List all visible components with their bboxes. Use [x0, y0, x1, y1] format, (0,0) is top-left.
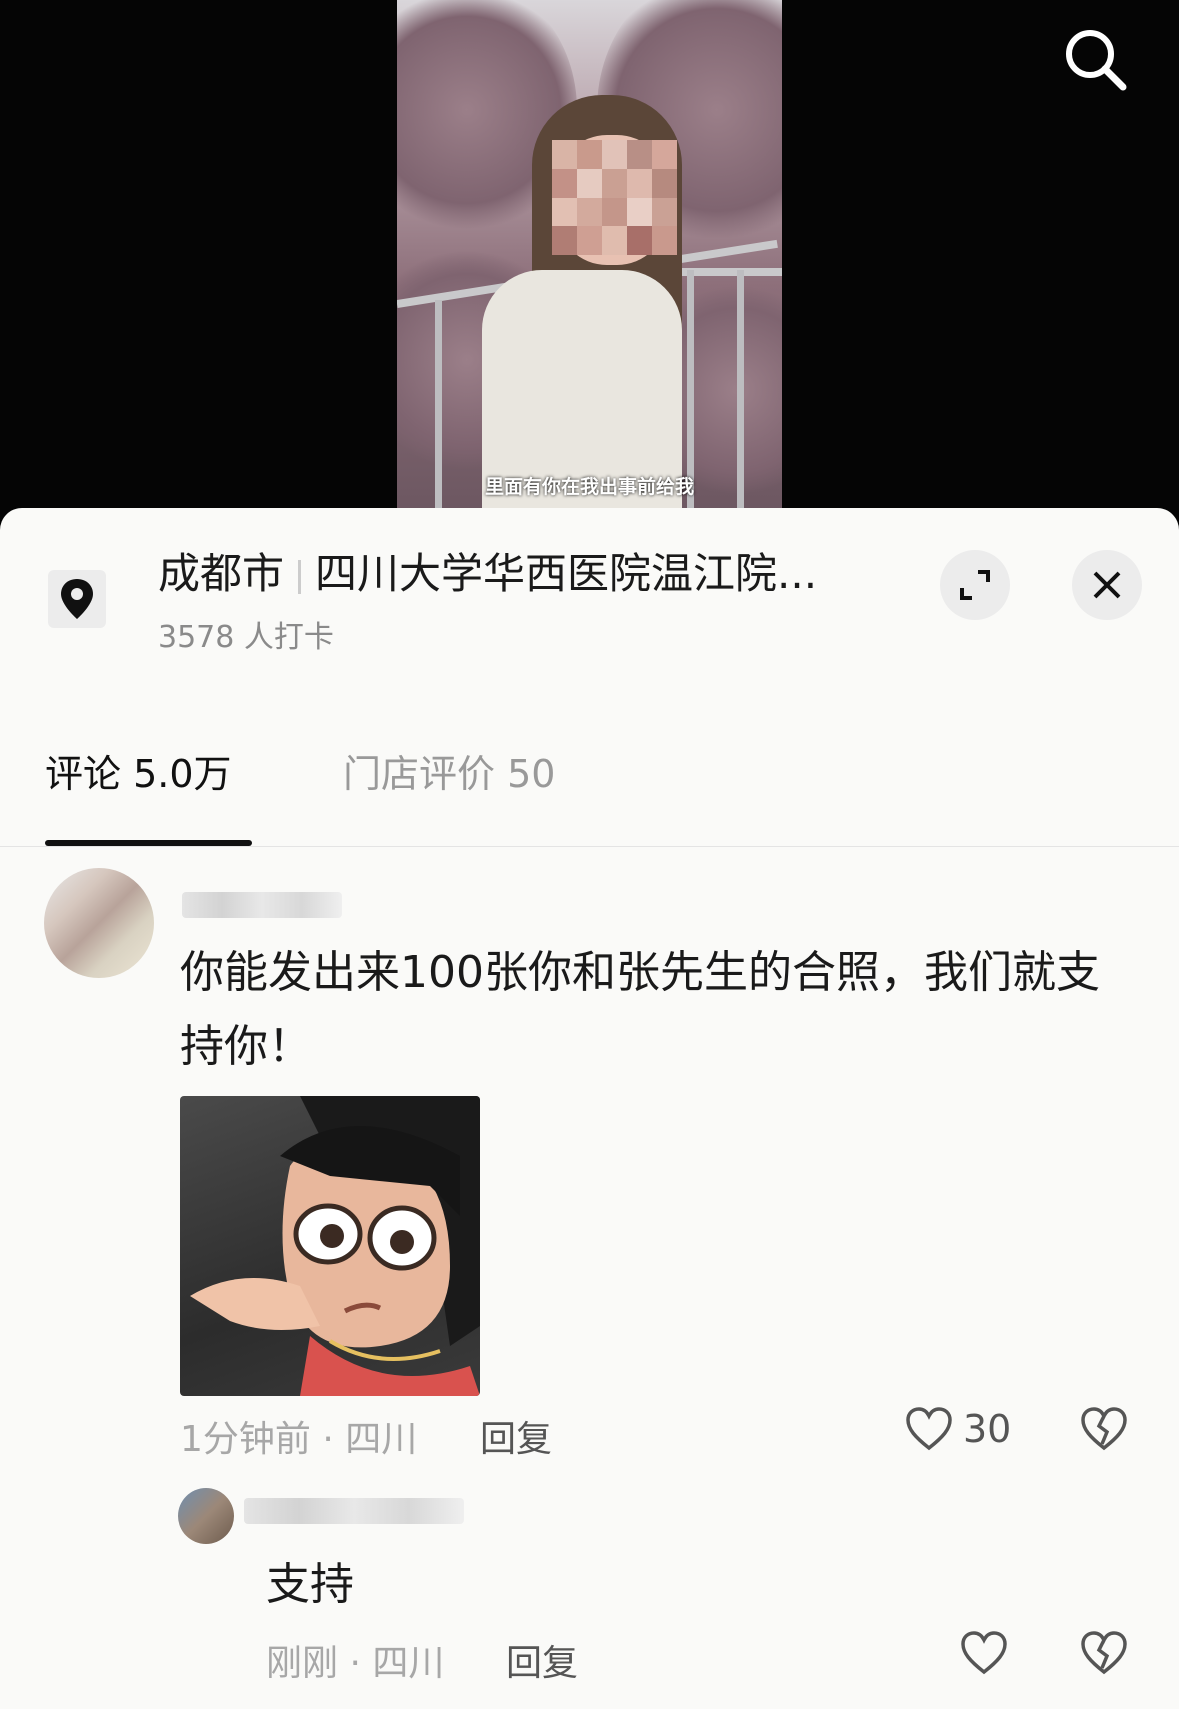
comment-sticker-image[interactable] — [180, 1096, 480, 1396]
broken-heart-icon — [1081, 1407, 1127, 1451]
close-button[interactable] — [1072, 550, 1142, 620]
title-separator — [298, 559, 302, 594]
expand-button[interactable] — [940, 550, 1010, 620]
heart-icon — [906, 1407, 952, 1451]
location-city: 成都市 — [158, 549, 285, 598]
reply-dislike-button[interactable] — [1080, 1630, 1128, 1676]
close-icon — [1093, 571, 1121, 599]
video-subtitle: 里面有你在我出事前给我 — [484, 476, 694, 498]
search-icon — [1066, 30, 1127, 91]
search-button[interactable] — [1060, 24, 1130, 94]
checkin-count: 3578 人打卡 — [158, 620, 334, 655]
expand-icon — [960, 570, 990, 600]
face-mosaic — [552, 140, 677, 255]
reply-reply-button[interactable]: 回复 — [506, 1634, 578, 1686]
video-frame[interactable]: 里面有你在我出事前给我 — [397, 0, 782, 520]
tab-divider — [0, 846, 1179, 847]
location-title[interactable]: 成都市 四川大学华西医院温江院... — [158, 544, 878, 604]
reply-like-button[interactable] — [960, 1630, 1008, 1676]
location-sheet: 成都市 四川大学华西医院温江院... 3578 人打卡 评论 5.0万 门店评价 … — [0, 508, 1179, 1709]
comment-text: 你能发出来100张你和张先生的合照，我们就支持你！ — [180, 947, 1100, 1072]
broken-heart-icon — [1081, 1631, 1127, 1675]
location-pin-icon — [48, 570, 106, 628]
reply-text: 支持 — [266, 1559, 354, 1610]
reply-meta: 刚刚 · 四川 — [266, 1643, 445, 1684]
tab-store-reviews[interactable]: 门店评价 50 — [343, 743, 555, 798]
heart-icon — [961, 1631, 1007, 1675]
commenter-name[interactable] — [182, 892, 342, 918]
video-player[interactable]: 里面有你在我出事前给我 — [0, 0, 1179, 520]
comment-meta: 1分钟前 · 四川 — [180, 1419, 418, 1460]
reply-author-name[interactable] — [244, 1498, 464, 1524]
comment-like-count: 30 — [963, 1407, 1012, 1451]
comment-reply-button[interactable]: 回复 — [480, 1410, 552, 1462]
tab-comments[interactable]: 评论 5.0万 — [45, 743, 232, 798]
comment-dislike-button[interactable] — [1080, 1406, 1128, 1452]
commenter-avatar[interactable] — [44, 868, 154, 978]
location-place: 四川大学华西医院温江院... — [315, 549, 818, 598]
reply-avatar[interactable] — [178, 1488, 234, 1544]
comment-like-button[interactable]: 30 — [905, 1406, 1011, 1452]
